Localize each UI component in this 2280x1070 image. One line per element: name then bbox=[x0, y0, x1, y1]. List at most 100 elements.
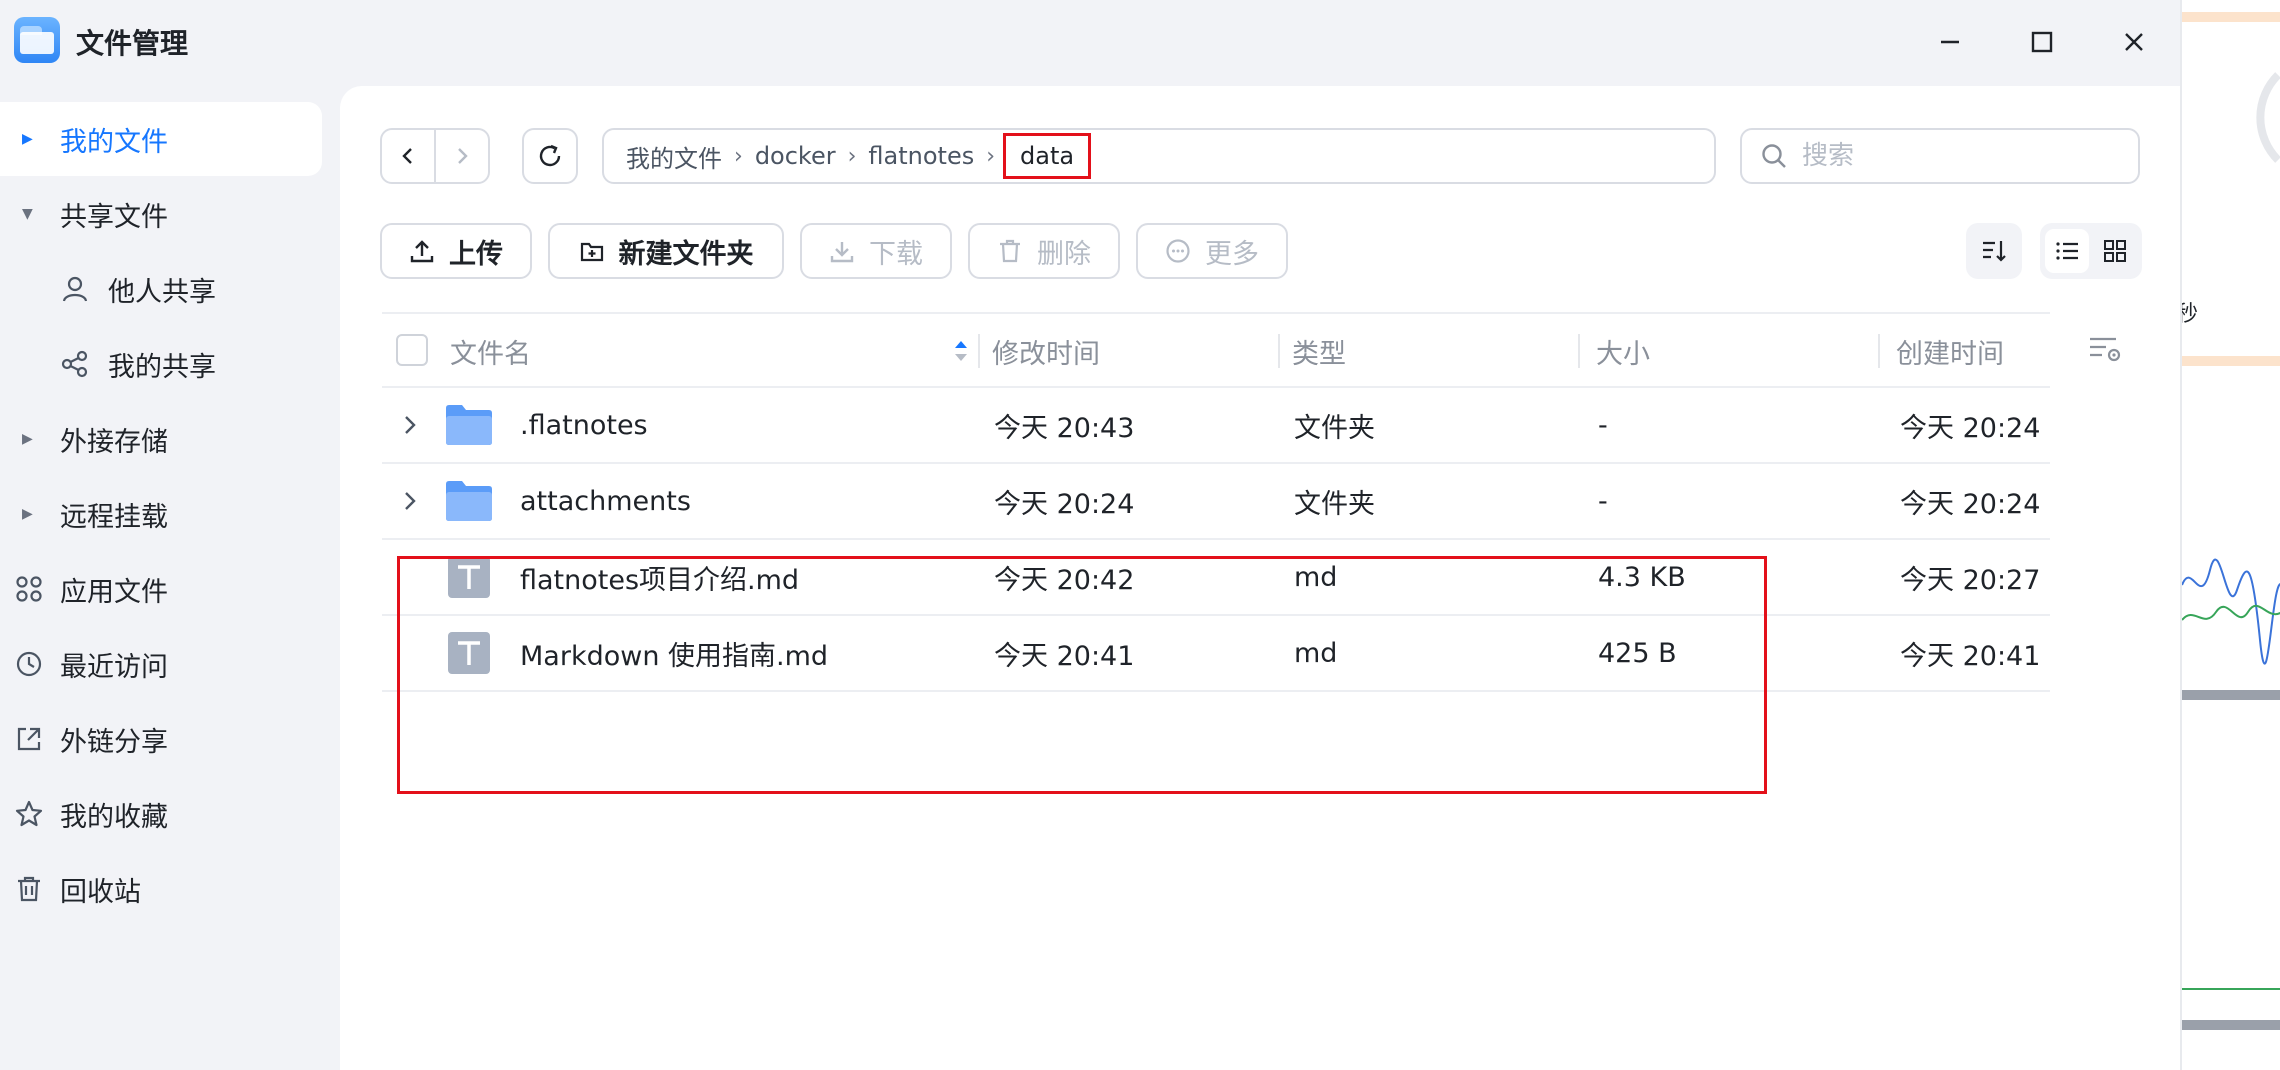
sort-button[interactable] bbox=[1966, 223, 2022, 279]
upload-label: 上传 bbox=[449, 238, 503, 270]
file-size: 4.3 KB bbox=[1598, 561, 1686, 593]
file-size: - bbox=[1598, 485, 1608, 517]
sort-arrows-icon[interactable] bbox=[952, 336, 970, 366]
caret-right-icon: ▶ bbox=[22, 131, 33, 147]
close-button[interactable] bbox=[2112, 20, 2156, 64]
caret-right-icon: ▶ bbox=[22, 431, 33, 447]
column-header-created[interactable]: 创建时间 bbox=[1896, 314, 2004, 388]
sidebar-item-recycle-bin[interactable]: 回收站 bbox=[0, 852, 322, 926]
breadcrumb: 我的文件 › docker › flatnotes › data bbox=[602, 128, 1716, 184]
upload-button[interactable]: 上传 bbox=[380, 223, 532, 279]
sidebar-item-label: 外接存储 bbox=[60, 426, 168, 458]
file-name[interactable]: Markdown 使用指南.md bbox=[520, 616, 828, 690]
column-divider[interactable] bbox=[1578, 334, 1580, 368]
sidebar-item-shared-with-me[interactable]: 他人共享 bbox=[0, 252, 322, 326]
column-divider[interactable] bbox=[1878, 334, 1880, 368]
modified-time: 今天 20:24 bbox=[994, 488, 1135, 520]
sidebar-item-my-files[interactable]: ▶ 我的文件 bbox=[0, 102, 322, 176]
sidebar-item-external-storage[interactable]: ▶ 外接存储 bbox=[0, 402, 322, 476]
sidebar-item-label: 最近访问 bbox=[60, 651, 168, 683]
chevron-right-icon: › bbox=[734, 143, 743, 169]
folder-icon bbox=[446, 405, 492, 445]
created-time: 今天 20:24 bbox=[1900, 488, 2041, 520]
share-icon bbox=[61, 350, 88, 378]
select-all-checkbox[interactable] bbox=[396, 334, 428, 366]
table-row[interactable]: attachments 今天 20:24 文件夹 - 今天 20:24 bbox=[382, 464, 2050, 540]
back-button[interactable] bbox=[382, 130, 434, 182]
file-type: 文件夹 bbox=[1294, 488, 1375, 520]
column-settings-icon[interactable] bbox=[2088, 334, 2124, 366]
file-name[interactable]: flatnotes项目介绍.md bbox=[520, 540, 799, 614]
caret-down-icon: ▼ bbox=[22, 206, 33, 222]
trash-icon bbox=[1000, 239, 1020, 263]
file-name[interactable]: .flatnotes bbox=[520, 388, 648, 462]
sidebar-item-label: 回收站 bbox=[60, 876, 141, 908]
sidebar-item-label: 我的收藏 bbox=[60, 801, 168, 833]
sidebar-item-label: 外链分享 bbox=[60, 726, 168, 758]
delete-label: 删除 bbox=[1037, 238, 1091, 270]
refresh-button[interactable] bbox=[522, 128, 578, 184]
column-divider[interactable] bbox=[978, 334, 980, 368]
breadcrumb-item[interactable]: docker bbox=[755, 142, 836, 170]
download-label: 下载 bbox=[869, 238, 923, 270]
breadcrumb-current[interactable]: data bbox=[1003, 133, 1092, 179]
star-icon bbox=[15, 800, 43, 827]
column-header-name[interactable]: 文件名 bbox=[450, 314, 531, 388]
created-time: 今天 20:24 bbox=[1900, 412, 2041, 444]
maximize-icon bbox=[2031, 31, 2053, 53]
more-label: 更多 bbox=[1205, 238, 1259, 270]
minimize-button[interactable] bbox=[1928, 20, 1972, 64]
sidebar-item-app-files[interactable]: 应用文件 bbox=[0, 552, 322, 626]
view-toggle bbox=[2040, 223, 2142, 279]
table-row[interactable]: .flatnotes 今天 20:43 文件夹 - 今天 20:24 bbox=[382, 388, 2050, 464]
title-bar: 文件管理 bbox=[0, 0, 2180, 84]
file-manager-window: 文件管理 ▶ 我的文件 ▼ 共享文件 他人共享 我的共享 ▶ 外接存储 ▶ 远程… bbox=[0, 0, 2180, 1070]
new-folder-button[interactable]: 新建文件夹 bbox=[548, 223, 784, 279]
table-row[interactable]: flatnotes项目介绍.md 今天 20:42 md 4.3 KB 今天 2… bbox=[382, 540, 2050, 616]
delete-button[interactable]: 删除 bbox=[968, 223, 1120, 279]
refresh-icon bbox=[539, 144, 561, 167]
user-icon bbox=[62, 276, 88, 302]
sidebar-item-my-shares[interactable]: 我的共享 bbox=[0, 327, 322, 401]
sort-icon bbox=[1983, 241, 2006, 262]
text-file-icon bbox=[448, 632, 490, 674]
sidebar-item-recent[interactable]: 最近访问 bbox=[0, 627, 322, 701]
chevron-right-icon: › bbox=[847, 143, 857, 169]
minimize-icon bbox=[1941, 40, 1959, 44]
chevron-right-icon[interactable] bbox=[396, 487, 424, 515]
search-box bbox=[1740, 128, 2140, 184]
chevron-right-icon[interactable] bbox=[396, 411, 424, 439]
column-header-modified[interactable]: 修改时间 bbox=[992, 314, 1100, 388]
file-name[interactable]: attachments bbox=[520, 464, 691, 538]
download-button[interactable]: 下载 bbox=[800, 223, 952, 279]
forward-button[interactable] bbox=[434, 130, 488, 182]
table-row[interactable]: Markdown 使用指南.md 今天 20:41 md 425 B 今天 20… bbox=[382, 616, 2050, 692]
breadcrumb-item[interactable]: 我的文件 bbox=[626, 139, 722, 174]
sidebar-item-remote-mount[interactable]: ▶ 远程挂载 bbox=[0, 477, 322, 551]
list-view-button[interactable] bbox=[2045, 229, 2089, 273]
column-divider[interactable] bbox=[1278, 334, 1280, 368]
clock-icon bbox=[16, 651, 42, 677]
more-button[interactable]: 更多 bbox=[1136, 223, 1288, 279]
modified-time: 今天 20:43 bbox=[994, 412, 1135, 444]
column-header-size[interactable]: 大小 bbox=[1596, 314, 1650, 388]
table-header: 文件名 修改时间 类型 大小 创建时间 bbox=[382, 312, 2050, 388]
maximize-button[interactable] bbox=[2020, 20, 2064, 64]
grid-view-icon bbox=[2104, 240, 2126, 262]
more-icon bbox=[1166, 239, 1190, 263]
breadcrumb-item[interactable]: flatnotes bbox=[868, 142, 974, 170]
sidebar-item-label: 应用文件 bbox=[60, 576, 168, 608]
sidebar-item-label: 我的文件 bbox=[60, 126, 168, 158]
grid-view-button[interactable] bbox=[2093, 229, 2137, 273]
sidebar-item-favorites[interactable]: 我的收藏 bbox=[0, 777, 322, 851]
column-header-type[interactable]: 类型 bbox=[1292, 314, 1346, 388]
caret-right-icon: ▶ bbox=[22, 506, 33, 522]
created-time: 今天 20:41 bbox=[1900, 640, 2041, 672]
sidebar-item-shared-files[interactable]: ▼ 共享文件 bbox=[0, 177, 322, 251]
sidebar-item-label: 共享文件 bbox=[60, 201, 168, 233]
search-input[interactable] bbox=[1800, 140, 2120, 172]
upload-icon bbox=[410, 240, 434, 263]
main-panel: 我的文件 › docker › flatnotes › data 上传 新建文件… bbox=[340, 86, 2180, 1070]
new-folder-label: 新建文件夹 bbox=[618, 238, 754, 270]
sidebar-item-link-share[interactable]: 外链分享 bbox=[0, 702, 322, 776]
